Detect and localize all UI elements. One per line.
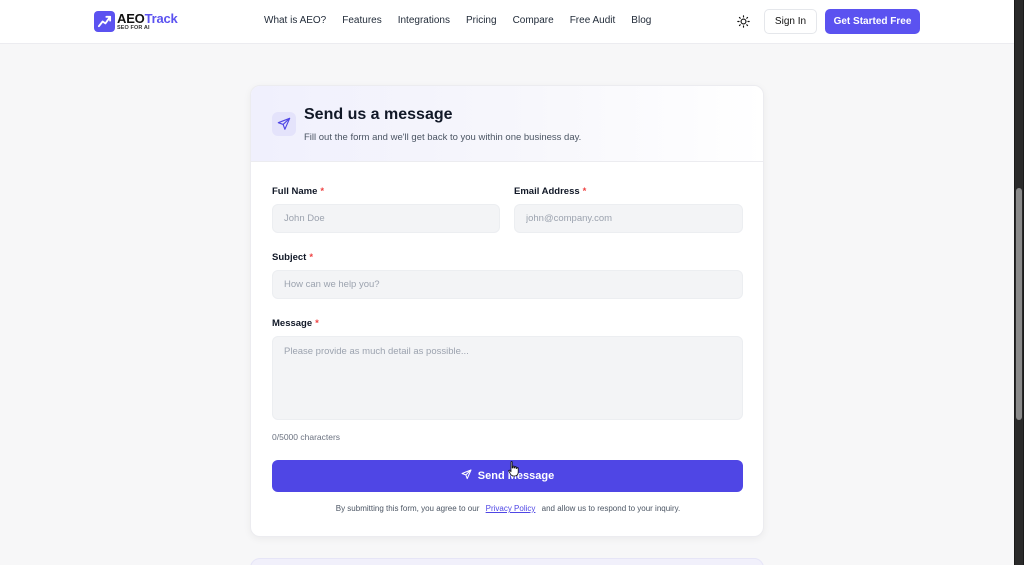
terms-notice: By submitting this form, you agree to ou… [251, 504, 763, 513]
contact-form-card: Send us a message Fill out the form and … [250, 85, 764, 537]
terms-after: and allow us to respond to your inquiry. [541, 504, 681, 513]
page: AEOTrack SEO FOR AI What is AEO? Feature… [0, 0, 1024, 565]
logo-name: AEOTrack [117, 12, 178, 25]
send-icon [272, 112, 296, 136]
logo-tagline: SEO FOR AI [117, 24, 150, 31]
nav-compare[interactable]: Compare [513, 15, 554, 26]
next-section-card [250, 558, 764, 565]
privacy-policy-link[interactable]: Privacy Policy [486, 504, 536, 513]
sign-in-button[interactable]: Sign In [764, 9, 817, 34]
required-mark: * [320, 186, 325, 197]
subject-label: Subject * [272, 252, 313, 263]
get-started-button[interactable]: Get Started Free [825, 9, 920, 34]
site-header: AEOTrack SEO FOR AI What is AEO? Feature… [0, 0, 1014, 44]
nav-features[interactable]: Features [342, 15, 381, 26]
form-subtitle: Fill out the form and we'll get back to … [304, 132, 582, 143]
required-mark: * [582, 186, 587, 197]
logo-text: AEOTrack SEO FOR AI [117, 12, 178, 32]
subject-input[interactable] [272, 270, 743, 299]
full-name-label: Full Name * [272, 186, 324, 197]
logo-name-prefix: AEO [117, 10, 145, 26]
nav-blog[interactable]: Blog [631, 15, 651, 26]
email-label-text: Email Address [514, 186, 580, 197]
logo-chart-arrow-icon [94, 11, 115, 32]
scrollbar[interactable] [1014, 0, 1024, 565]
send-icon [461, 467, 472, 485]
logo-name-suffix: Track [144, 10, 178, 26]
nav-integrations[interactable]: Integrations [398, 15, 450, 26]
nav-what-is-aeo[interactable]: What is AEO? [264, 15, 326, 26]
terms-before: By submitting this form, you agree to ou… [335, 504, 480, 513]
logo[interactable]: AEOTrack SEO FOR AI [94, 11, 178, 32]
message-textarea[interactable] [272, 336, 743, 420]
email-input[interactable] [514, 204, 743, 233]
email-label: Email Address * [514, 186, 586, 197]
nav-pricing[interactable]: Pricing [466, 15, 497, 26]
card-header: Send us a message Fill out the form and … [251, 86, 763, 162]
message-label-text: Message [272, 318, 313, 329]
message-label: Message * [272, 318, 319, 329]
full-name-input[interactable] [272, 204, 500, 233]
nav-free-audit[interactable]: Free Audit [570, 15, 616, 26]
scrollbar-thumb[interactable] [1016, 188, 1022, 420]
full-name-label-text: Full Name [272, 186, 318, 197]
required-mark: * [309, 252, 314, 263]
required-mark: * [315, 318, 319, 329]
main-nav: What is AEO? Features Integrations Prici… [264, 15, 667, 26]
mouse-pointer-icon [508, 461, 520, 477]
form-title: Send us a message [304, 106, 453, 123]
character-counter: 0/5000 characters [272, 432, 341, 442]
sun-icon[interactable] [737, 15, 750, 28]
subject-label-text: Subject [272, 252, 307, 263]
